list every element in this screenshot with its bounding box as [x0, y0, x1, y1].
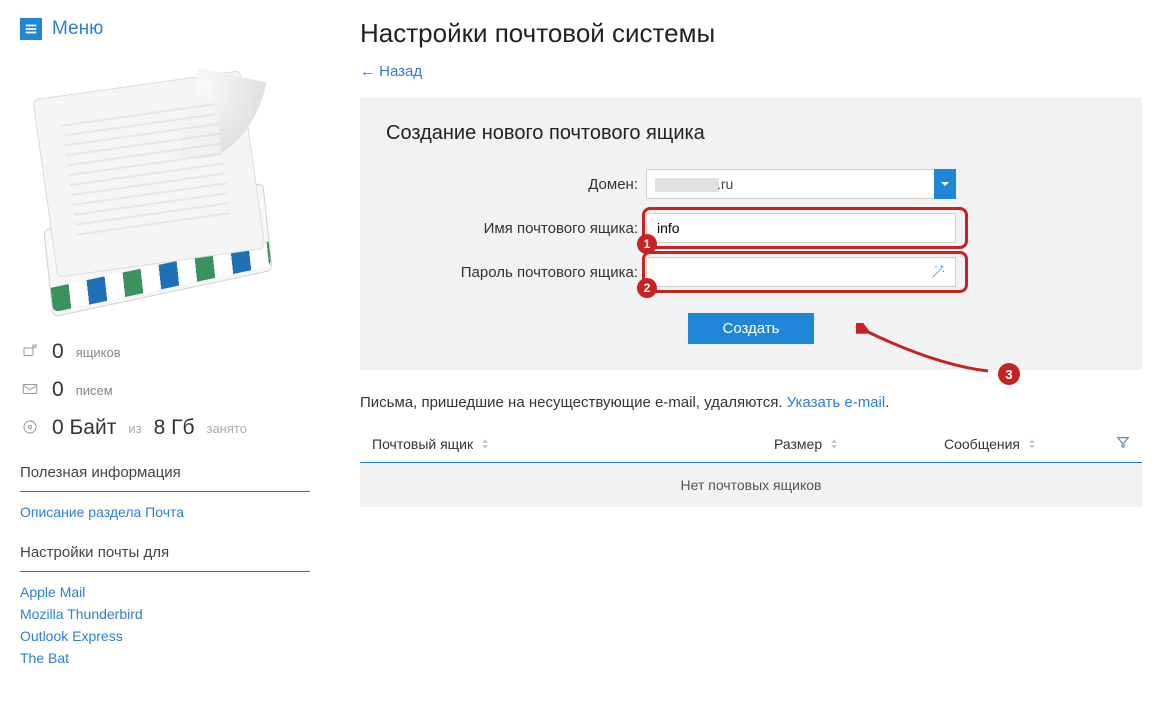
chevron-down-icon[interactable] [934, 169, 956, 199]
mailbox-label: Имя почтового ящика: [386, 220, 646, 237]
sort-icon [1028, 436, 1036, 452]
col-mailbox[interactable]: Почтовый ящик [360, 425, 762, 463]
table-empty: Нет почтовых ящиков [360, 463, 1142, 508]
letters-label: писем [76, 383, 113, 398]
create-button[interactable]: Создать [688, 313, 813, 344]
row-password: Пароль почтового ящика: 2 [386, 257, 1116, 287]
client-link-thunderbird[interactable]: Mozilla Thunderbird [20, 606, 310, 622]
hamburger-icon [20, 18, 42, 40]
mailboxes-label: ящиков [76, 345, 121, 360]
client-link-thebat[interactable]: The Bat [20, 650, 310, 666]
create-mailbox-panel: Создание нового почтового ящика Домен: .… [360, 98, 1142, 370]
menu-link[interactable]: Меню [20, 18, 103, 40]
client-link-apple[interactable]: Apple Mail [20, 584, 310, 600]
panel-heading: Создание нового почтового ящика [386, 122, 1116, 145]
disk-icon [20, 418, 40, 439]
password-input[interactable] [646, 257, 956, 287]
storage-suffix: занято [206, 421, 246, 436]
col-size[interactable]: Размер [762, 425, 932, 463]
page-title: Настройки почтовой системы [360, 18, 1142, 49]
stat-letters: 0 писем [20, 378, 310, 402]
col-filter[interactable] [1102, 425, 1142, 463]
storage-of: из [128, 421, 141, 436]
mail-illustration [20, 80, 290, 310]
filter-icon [1116, 436, 1130, 452]
password-label: Пароль почтового ящика: [386, 264, 646, 281]
set-email-link[interactable]: Указать e-mail [787, 394, 886, 411]
menu-label: Меню [52, 18, 103, 40]
submit-row: Создать 3 [386, 313, 1116, 344]
sort-icon [481, 436, 489, 452]
client-link-outlook[interactable]: Outlook Express [20, 628, 310, 644]
stat-storage: 0 Байт из 8 Гб занято [20, 416, 310, 440]
mailbox-table: Почтовый ящик Размер Сообщения [360, 425, 1142, 507]
stat-mailboxes: 0 ящиков [20, 340, 310, 364]
domain-value: .ru [646, 169, 956, 199]
domain-label: Домен: [386, 176, 646, 193]
section-clients-heading: Настройки почты для [20, 544, 310, 572]
section-info-heading: Полезная информация [20, 464, 310, 492]
mailbox-icon [20, 342, 40, 363]
hint-text: Письма, пришедшие на несуществующие e-ma… [360, 394, 1142, 411]
storage-used: 0 Байт [52, 416, 116, 440]
domain-mask [655, 178, 719, 192]
mailboxes-count: 0 [52, 340, 64, 364]
sort-icon [830, 436, 838, 452]
row-mailbox: Имя почтового ящика: 1 [386, 213, 1116, 243]
col-messages[interactable]: Сообщения [932, 425, 1102, 463]
storage-total: 8 Гб [154, 416, 195, 440]
step-badge-3: 3 [998, 363, 1020, 385]
domain-select[interactable]: .ru [646, 169, 956, 199]
envelope-icon [20, 380, 40, 401]
back-link[interactable]: ← Назад [360, 63, 422, 80]
magic-wand-icon[interactable] [926, 259, 950, 285]
annotation-arrow: 3 [856, 323, 1006, 373]
help-link[interactable]: Описание раздела Почта [20, 504, 310, 520]
row-domain: Домен: .ru [386, 169, 1116, 199]
mailbox-input[interactable] [646, 213, 956, 243]
letters-count: 0 [52, 378, 64, 402]
